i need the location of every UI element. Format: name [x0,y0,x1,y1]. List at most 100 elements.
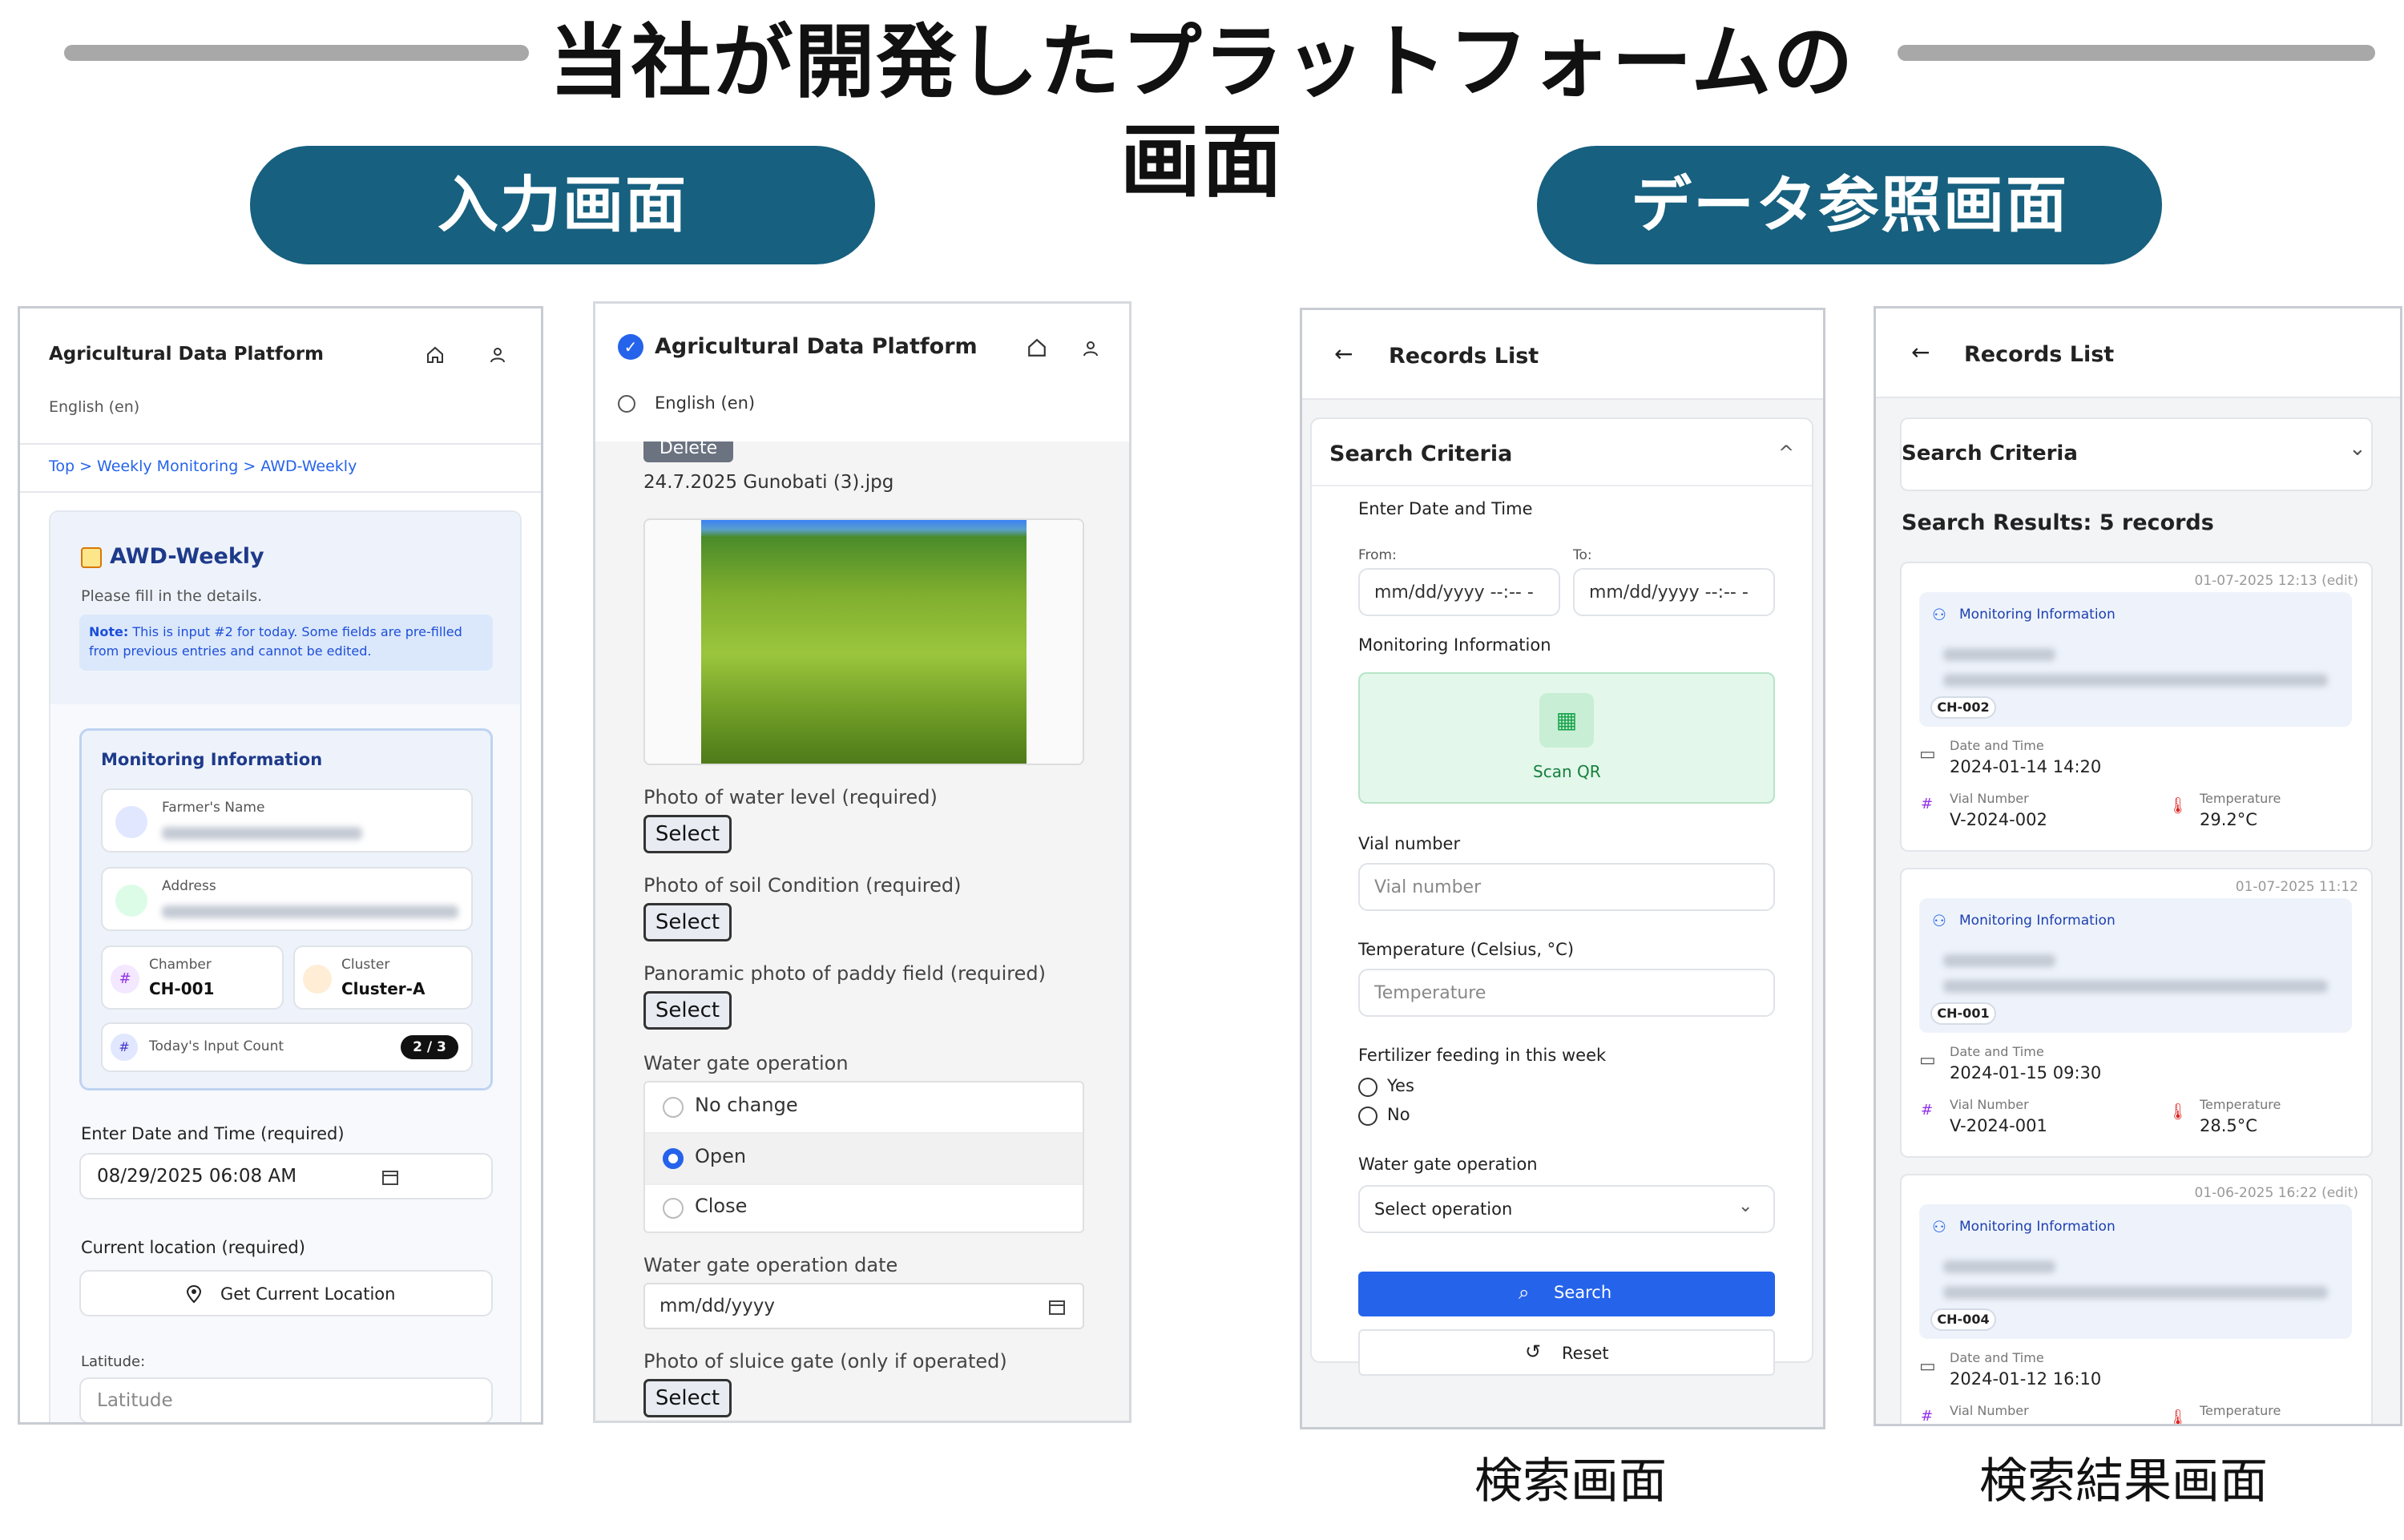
soil-photo-label: Photo of soil Condition (required) [643,874,962,897]
record-timestamp: 01-07-2025 11:12 [2235,879,2358,895]
fertilizer-label: Fertilizer feeding in this week [1358,1046,1607,1065]
gate-select[interactable]: Select operation ⌄ [1358,1185,1775,1233]
app-bar [1876,308,2400,398]
record-card[interactable]: 01-07-2025 11:12 ⚇ Monitoring Information C… [1900,868,2373,1158]
people-icon: ⚇ [1932,1217,1946,1236]
user-icon[interactable] [488,345,507,365]
location-pin-icon [115,885,147,917]
thermometer-icon: 🌡 [2168,796,2188,815]
get-location-button[interactable]: Get Current Location [79,1270,493,1316]
search-button-label: Search [1554,1283,1612,1302]
address-redacted [162,905,458,918]
vial-input[interactable]: Vial number [1358,863,1775,911]
date-time-title: Enter Date and Time [1358,499,1533,518]
option-no-change[interactable]: No change [695,1094,798,1116]
address-label: Address [162,878,216,894]
from-label: From: [1358,547,1397,563]
calendar-icon: ▭ [1919,744,1936,764]
no-label[interactable]: No [1387,1105,1410,1124]
back-arrow-icon[interactable]: ← [1334,341,1353,367]
qr-icon: ▦ [1539,693,1594,748]
input-screen-pill: 入力画面 [250,146,875,264]
water-photo-label: Photo of water level (required) [643,786,938,808]
reset-button[interactable]: ↺ Reset [1358,1329,1775,1376]
gate-date-input[interactable]: mm/dd/yyyy [643,1283,1084,1329]
vial-label: Vial Number [1950,1403,2029,1418]
farmer-icon [115,806,147,838]
date-value: 08/29/2025 06:08 AM [97,1166,297,1187]
home-icon[interactable] [1027,337,1047,358]
panorama-label: Panoramic photo of paddy field (required… [643,962,1046,985]
form-card: AWD-Weekly Please fill in the details. N… [49,510,522,1422]
farmer-name-redacted [1943,1260,2055,1273]
search-criteria-title: Search Criteria [1329,441,1513,466]
verified-icon: ✓ [618,334,643,360]
input-screen-panel-1: Agricultural Data Platform English (en) … [18,306,543,1425]
breadcrumb[interactable]: Top > Weekly Monitoring > AWD-Weekly [49,458,357,475]
option-open-radio[interactable] [663,1148,684,1169]
monitoring-box: ⚇ Monitoring Information CH-001 [1919,898,2352,1033]
record-timestamp: 01-07-2025 12:13 (edit) [2194,573,2359,589]
get-location-label: Get Current Location [220,1284,396,1304]
data-reference-pill: データ参照画面 [1537,146,2162,264]
from-date-input[interactable]: mm/dd/yyyy --:-- - [1358,568,1560,616]
to-date-input[interactable]: mm/dd/yyyy --:-- - [1573,568,1775,616]
latitude-placeholder: Latitude [97,1390,173,1411]
yes-label[interactable]: Yes [1387,1076,1414,1095]
date-time-label: Date and Time [1950,1044,2044,1059]
user-icon[interactable] [1081,339,1100,358]
latitude-input[interactable]: Latitude [79,1377,493,1422]
sluice-select-button[interactable]: Select [643,1379,732,1417]
scan-qr-button[interactable]: ▦ Scan QR [1358,672,1775,804]
panorama-select-button[interactable]: Select [643,991,732,1030]
record-card[interactable]: 01-06-2025 16:22 (edit) ⚇ Monitoring Infor… [1900,1174,2373,1424]
hash-icon: # [111,965,139,994]
option-open[interactable]: Open [695,1145,746,1167]
to-date-placeholder: mm/dd/yyyy --:-- - [1589,583,1749,603]
people-icon: ⚇ [1932,911,1946,930]
calendar-icon[interactable] [381,1167,400,1187]
vial-placeholder: Vial number [1374,877,1482,897]
no-radio[interactable] [1358,1107,1377,1126]
paddy-field-photo [701,520,1027,764]
temperature-label: Temperature [2200,1097,2281,1112]
monitoring-box: ⚇ Monitoring Information CH-004 [1919,1204,2352,1339]
gate-date-label: Water gate operation date [643,1254,898,1276]
calendar-icon[interactable] [1047,1297,1067,1316]
results-count: Search Results: 5 records [1902,510,2214,535]
chevron-up-icon[interactable]: ^ [1778,441,1794,464]
temperature-input[interactable]: Temperature [1358,969,1775,1017]
vial-label: Vial number [1358,834,1461,853]
reset-icon: ↺ [1525,1340,1542,1363]
hash-icon: # [1921,1102,1934,1119]
search-criteria-collapsed[interactable]: Search Criteria ⌄ [1900,417,2373,491]
note-bold: Note: [89,624,129,639]
divider [1312,485,1812,486]
search-button[interactable]: ⌕ Search [1358,1272,1775,1316]
record-card[interactable]: 01-07-2025 12:13 (edit) ⚇ Monitoring Infor… [1900,562,2373,852]
hash-icon: # [1921,796,1934,812]
option-no-change-radio[interactable] [663,1097,684,1118]
soil-photo-select-button[interactable]: Select [643,903,732,941]
water-photo-select-button[interactable]: Select [643,815,732,853]
option-close-radio[interactable] [663,1198,684,1219]
language-label[interactable]: English (en) [655,393,755,413]
address-field: Address [101,867,473,931]
address-redacted [1943,674,2328,687]
latitude-label: Latitude: [81,1353,146,1370]
location-icon [186,1284,202,1304]
chamber-badge: CH-002 [1930,696,1996,719]
photo-preview-frame [643,518,1084,765]
date-input[interactable]: 08/29/2025 06:08 AM [79,1153,493,1199]
language-label[interactable]: English (en) [49,398,139,416]
header-left-rule [64,45,529,61]
back-arrow-icon[interactable]: ← [1911,339,1930,365]
divider [645,1183,1083,1185]
delete-button[interactable]: Delete [643,441,733,462]
search-screen-panel: ← Records List Search Criteria ^ Enter D… [1300,308,1825,1429]
farmer-field: Farmer's Name [101,788,473,853]
yes-radio[interactable] [1358,1078,1377,1097]
home-icon[interactable] [426,345,445,365]
address-redacted [1943,1286,2328,1299]
option-close[interactable]: Close [695,1195,747,1217]
